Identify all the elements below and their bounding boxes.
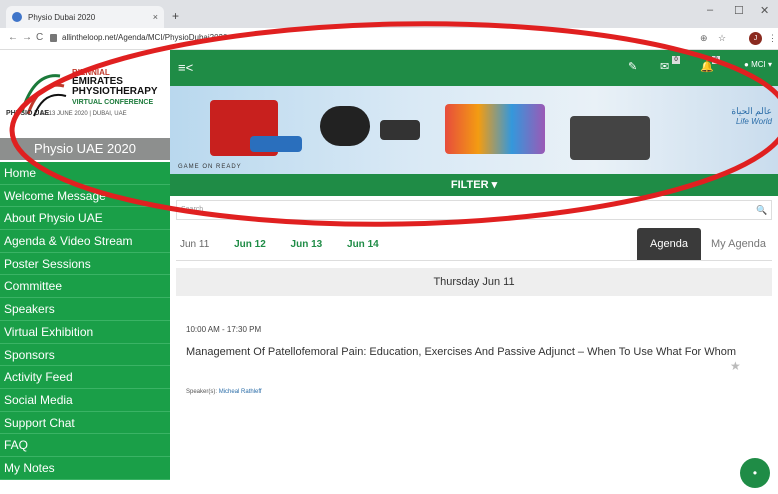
logo-dates: 12-13 JUNE 2020 | DUBAI, UAE bbox=[40, 111, 127, 117]
address-bar-row: ← → C allintheloop.net/Agenda/MCI/Physio… bbox=[0, 28, 778, 50]
speaker-label: Speaker(s): bbox=[186, 389, 218, 395]
back-button[interactable]: ← bbox=[8, 32, 18, 43]
life-world-arabic: عالم الحياة bbox=[731, 106, 772, 116]
zoom-icon[interactable]: ⊕ bbox=[700, 33, 708, 44]
sidebar-item-virtual-exhibition[interactable]: Virtual Exhibition bbox=[0, 320, 170, 344]
day-tabs: Jun 11 Jun 12 Jun 13 Jun 14 bbox=[180, 239, 401, 250]
search-input[interactable]: Search bbox=[176, 200, 772, 220]
favorite-star-icon[interactable]: ★ bbox=[730, 359, 741, 373]
main-content: ≡< ✎ ✉ 0 🔔 0 ● MCI ▾ GAME ON READY عالم … bbox=[170, 50, 778, 494]
tab-title: Physio Dubai 2020 bbox=[28, 12, 96, 22]
browser-tab[interactable]: Physio Dubai 2020 × bbox=[6, 6, 164, 28]
sidebar-item-support-chat[interactable]: Support Chat bbox=[0, 411, 170, 435]
session-time: 10:00 AM - 17:30 PM bbox=[186, 325, 262, 334]
sidebar-item-social-media[interactable]: Social Media bbox=[0, 388, 170, 412]
sidebar: BIENNIAL EMIRATES PHYSIOTHERAPY VIRTUAL … bbox=[0, 50, 170, 494]
tab-agenda[interactable]: Agenda bbox=[637, 228, 701, 260]
speaker-name[interactable]: Micheal Rathleff bbox=[219, 389, 262, 395]
sidebar-item-speakers[interactable]: Speakers bbox=[0, 298, 170, 321]
hamburger-menu-icon[interactable]: ≡< bbox=[178, 60, 193, 75]
sidebar-item-home[interactable]: Home bbox=[0, 162, 170, 185]
bell-badge: 0 bbox=[712, 56, 720, 64]
sidebar-menu: Home Welcome Message About Physio UAE Ag… bbox=[0, 162, 170, 480]
banner-product-tube bbox=[250, 136, 302, 152]
sponsor-banner[interactable]: GAME ON READY عالم الحياة Life World bbox=[170, 86, 778, 174]
profile-avatar[interactable]: J bbox=[749, 32, 762, 45]
sidebar-item-sponsors[interactable]: Sponsors bbox=[0, 343, 170, 367]
url-field[interactable]: allintheloop.net/Agenda/MCI/PhysioDubai2… bbox=[62, 33, 227, 42]
banner-massage-gun bbox=[320, 106, 370, 146]
sidebar-item-welcome-message[interactable]: Welcome Message bbox=[0, 184, 170, 208]
user-menu[interactable]: ● MCI ▾ bbox=[744, 60, 772, 69]
user-label: MCI bbox=[751, 60, 766, 69]
sidebar-item-my-notes[interactable]: My Notes bbox=[0, 456, 170, 480]
tab-close-icon[interactable]: × bbox=[153, 12, 158, 22]
banner-bands bbox=[445, 104, 545, 154]
search-icon[interactable]: 🔍 bbox=[756, 205, 767, 216]
minimize-button[interactable]: – bbox=[707, 4, 713, 16]
maximize-button[interactable]: ☐ bbox=[734, 4, 744, 17]
close-window-button[interactable]: ✕ bbox=[760, 4, 769, 17]
sidebar-item-activity-feed[interactable]: Activity Feed bbox=[0, 366, 170, 389]
new-tab-button[interactable]: + bbox=[172, 9, 179, 23]
logo-title: EMIRATES PHYSIOTHERAPY bbox=[72, 77, 158, 97]
banner-attachments bbox=[380, 120, 420, 140]
lock-icon bbox=[50, 34, 57, 42]
session-title[interactable]: Management Of Patellofemoral Pain: Educa… bbox=[186, 346, 756, 359]
sidebar-item-agenda[interactable]: Agenda & Video Stream bbox=[0, 230, 170, 253]
filter-button[interactable]: FILTER ▾ bbox=[170, 174, 778, 196]
forward-button[interactable]: → bbox=[22, 32, 32, 43]
edit-icon[interactable]: ✎ bbox=[628, 60, 637, 73]
banner-stimulator bbox=[570, 116, 650, 160]
sidebar-item-committee[interactable]: Committee bbox=[0, 275, 170, 299]
browser-menu-icon[interactable]: ⋮ bbox=[768, 33, 777, 44]
event-title: Physio UAE 2020 bbox=[0, 138, 170, 160]
day-header: Thursday Jun 11 bbox=[176, 268, 772, 296]
conference-logo: BIENNIAL EMIRATES PHYSIOTHERAPY VIRTUAL … bbox=[0, 50, 170, 138]
banner-text: GAME ON READY bbox=[178, 164, 242, 170]
session-speakers: Speaker(s): Micheal Rathleff bbox=[186, 389, 262, 395]
sidebar-item-poster-sessions[interactable]: Poster Sessions bbox=[0, 252, 170, 276]
day-tab-jun-11[interactable]: Jun 11 bbox=[180, 239, 209, 250]
mail-badge: 0 bbox=[672, 56, 680, 64]
day-tab-jun-14[interactable]: Jun 14 bbox=[347, 239, 379, 250]
browser-chrome: Physio Dubai 2020 × + – ☐ ✕ ← → C allint… bbox=[0, 0, 778, 50]
day-tab-jun-12[interactable]: Jun 12 bbox=[234, 239, 266, 250]
bookmark-star-icon[interactable]: ☆ bbox=[718, 33, 726, 44]
mail-icon[interactable]: ✉ bbox=[660, 60, 669, 73]
day-tab-jun-13[interactable]: Jun 13 bbox=[291, 239, 323, 250]
logo-physiotherapy: PHYSIOTHERAPY bbox=[72, 86, 158, 97]
logo-virtual-conference: VIRTUAL CONFERENCE bbox=[72, 99, 154, 106]
floating-action-button[interactable]: • bbox=[740, 458, 770, 488]
top-navbar: ≡< ✎ ✉ 0 🔔 0 ● MCI ▾ bbox=[170, 50, 778, 86]
tab-divider bbox=[176, 260, 772, 261]
life-world-logo: عالم الحياة Life World bbox=[714, 106, 772, 126]
life-world-english: Life World bbox=[735, 117, 772, 126]
favicon-icon bbox=[12, 12, 22, 22]
reload-button[interactable]: C bbox=[36, 32, 43, 43]
tab-my-agenda[interactable]: My Agenda bbox=[711, 238, 766, 250]
sidebar-item-faq[interactable]: FAQ bbox=[0, 434, 170, 457]
user-avatar-icon: ● bbox=[744, 60, 749, 69]
sidebar-item-about[interactable]: About Physio UAE bbox=[0, 207, 170, 231]
